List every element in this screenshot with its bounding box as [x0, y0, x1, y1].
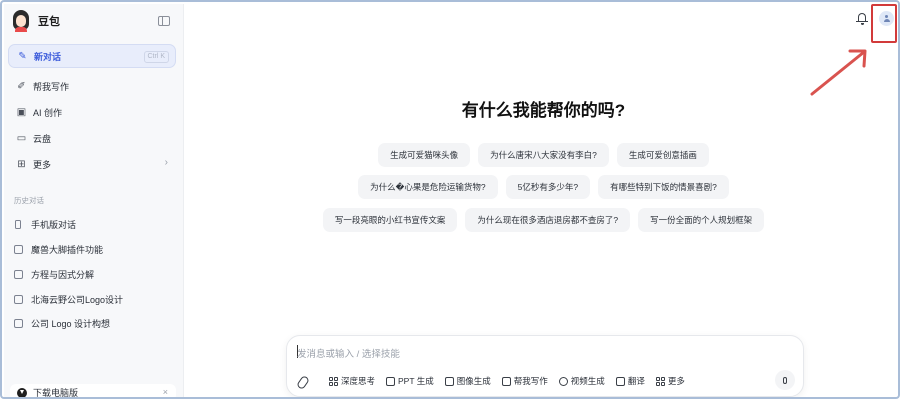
bell-icon[interactable] [856, 12, 868, 25]
suggestion-row: 为什么�心果是危险运输货物? 5亿秒有多少年? 有哪些特别下饭的情景喜剧? [185, 175, 898, 199]
phone-icon [15, 220, 21, 229]
chat-icon [14, 295, 23, 304]
tool-video[interactable]: 视频生成 [558, 375, 605, 387]
message-input[interactable]: 发消息或输入 / 选择技能 [297, 346, 400, 360]
chat-icon [14, 319, 23, 328]
download-icon [17, 387, 27, 397]
attachment-icon[interactable] [297, 376, 307, 387]
suggestion-chip[interactable]: 写一份全面的个人规划框架 [638, 208, 765, 232]
suggestion-chip[interactable]: 生成可爱猫咪头像 [378, 143, 471, 167]
microphone-icon [783, 376, 787, 384]
history-item[interactable]: 魔兽大脚插件功能 [14, 243, 103, 256]
more-icon [655, 376, 665, 386]
sidebar-item-cloud-drive[interactable]: ▭ 云盘 [8, 126, 176, 150]
sidebar-collapse-icon[interactable] [158, 16, 170, 26]
sidebar-item-label: 帮我写作 [33, 81, 70, 92]
annotation-highlight-box [871, 4, 897, 43]
history-item-label: 北海云野公司Logo设计 [31, 295, 124, 305]
page-title: 有什么我能帮你的吗? [461, 101, 626, 120]
chat-icon [14, 270, 23, 279]
suggestion-row: 生成可爱猫咪头像 为什么唐宋八大家没有李白? 生成可爱创意插画 [185, 143, 898, 167]
history-item-label: 方程与因式分解 [31, 270, 95, 280]
history-item[interactable]: 方程与因式分解 [14, 268, 94, 281]
tool-label: 视频生成 [570, 376, 605, 386]
annotation-arrow-icon [810, 49, 867, 96]
tool-more[interactable]: 更多 [655, 375, 685, 387]
history-section-label: 历史对话 [14, 196, 44, 205]
sidebar-item-label: 更多 [33, 159, 52, 170]
suggestion-chip[interactable]: 有哪些特别下饭的情景喜剧? [598, 175, 729, 199]
download-desktop-button[interactable]: 下载电脑版 × [10, 384, 176, 398]
download-label: 下载电脑版 [33, 388, 79, 398]
app-window: 豆包 ✎ 新对话 Ctrl K ✐ 帮我写作 ▣ AI 创作 ▭ 云盘 ⊞ 更多… [0, 0, 900, 399]
tool-label: 帮我写作 [513, 376, 548, 386]
sidebar-item-ai-create[interactable]: ▣ AI 创作 [8, 100, 176, 124]
deep-think-icon [329, 376, 338, 386]
suggestion-chip[interactable]: 5亿秒有多少年? [505, 175, 591, 199]
composer-toolbar: 深度思考 PPT 生成 图像生成 帮我写作 视频生成 翻译 更多 [297, 374, 696, 388]
history-item-label: 公司 Logo 设计构想 [31, 319, 111, 329]
history-item[interactable]: 公司 Logo 设计构想 [14, 317, 110, 330]
tool-label: PPT 生成 [398, 376, 434, 386]
history-item[interactable]: 手机版对话 [14, 218, 76, 231]
history-item-label: 手机版对话 [31, 220, 77, 230]
suggestion-chip[interactable]: 为什么�心果是危险运输货物? [358, 175, 498, 199]
new-chat-icon: ✎ [18, 50, 27, 62]
tool-translate[interactable]: 翻译 [615, 375, 645, 387]
suggestion-chip[interactable]: 为什么现在很多酒店退房都不查房了? [465, 208, 631, 232]
writing-icon: ✐ [17, 80, 26, 92]
write-icon [501, 376, 511, 386]
more-grid-icon: ⊞ [17, 158, 26, 170]
ppt-icon [386, 376, 396, 386]
sidebar-item-label: AI 创作 [33, 107, 63, 118]
sidebar-item-label: 云盘 [33, 133, 52, 144]
history-item[interactable]: 北海云野公司Logo设计 [14, 293, 123, 306]
microphone-button[interactable] [775, 370, 795, 390]
history-item-label: 魔兽大脚插件功能 [31, 245, 104, 255]
sidebar-item-more[interactable]: ⊞ 更多 › [8, 152, 176, 176]
translate-icon [615, 376, 625, 386]
sidebar-item-new-chat[interactable]: ✎ 新对话 Ctrl K [8, 44, 176, 68]
app-name: 豆包 [38, 16, 60, 28]
tool-label: 翻译 [627, 376, 645, 386]
tool-deep-think[interactable]: 深度思考 [329, 375, 375, 387]
suggestion-chip[interactable]: 为什么唐宋八大家没有李白? [478, 143, 609, 167]
tool-image[interactable]: 图像生成 [444, 375, 491, 387]
brand[interactable]: 豆包 [12, 10, 60, 32]
tool-ppt[interactable]: PPT 生成 [386, 375, 434, 387]
sidebar: 豆包 ✎ 新对话 Ctrl K ✐ 帮我写作 ▣ AI 创作 ▭ 云盘 ⊞ 更多… [4, 4, 184, 398]
chevron-right-icon: › [164, 157, 168, 168]
image-icon [444, 376, 454, 386]
cloud-drive-icon: ▭ [16, 132, 27, 144]
sidebar-item-label: 新对话 [34, 51, 62, 62]
video-icon [558, 376, 568, 386]
tool-write[interactable]: 帮我写作 [501, 375, 548, 387]
tool-label: 图像生成 [456, 376, 491, 386]
tool-label: 深度思考 [341, 376, 376, 386]
suggestion-row: 写一段亮眼的小红书宣传文案 为什么现在很多酒店退房都不查房了? 写一份全面的个人… [185, 208, 898, 232]
chat-icon [14, 245, 23, 254]
image-create-icon: ▣ [16, 106, 27, 118]
shortcut-badge: Ctrl K [143, 51, 169, 63]
tool-label: 更多 [667, 376, 685, 386]
message-composer[interactable]: 发消息或输入 / 选择技能 深度思考 PPT 生成 图像生成 帮我写作 视频生成 [286, 335, 804, 397]
suggestion-chip[interactable]: 生成可爱创意插画 [616, 143, 709, 167]
doubao-logo-icon [12, 10, 30, 32]
suggestion-chip[interactable]: 写一段亮眼的小红书宣传文案 [322, 208, 458, 232]
close-icon[interactable]: × [163, 387, 168, 397]
sidebar-item-writing[interactable]: ✐ 帮我写作 [8, 74, 176, 98]
